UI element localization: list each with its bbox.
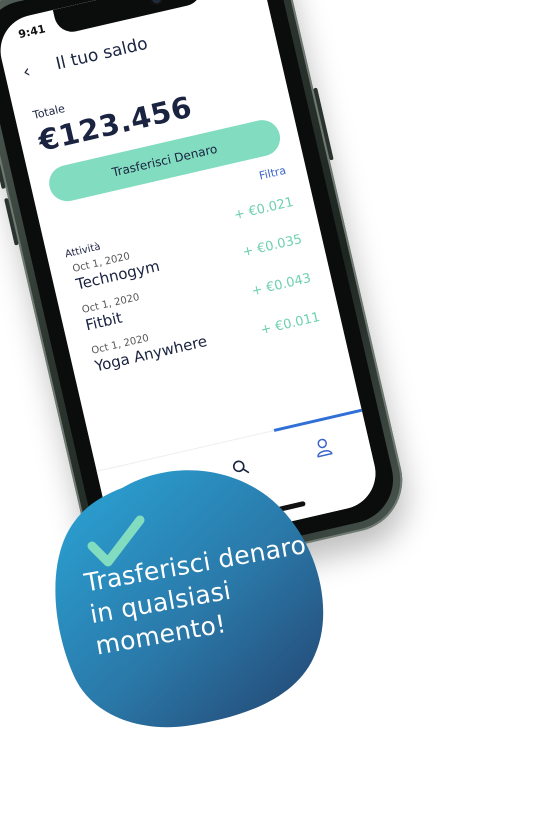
phone-bezel: 9:41 ‹ Il tuo saldo Totale €123.456 Tras…: [0, 0, 402, 581]
nav-bar: ‹ Il tuo saldo: [16, 7, 259, 85]
promo-line: momento!: [93, 609, 229, 661]
home-indicator[interactable]: [187, 500, 306, 533]
volume-down-button: [4, 197, 19, 246]
back-arrow-icon[interactable]: ‹: [21, 61, 33, 83]
tab-active-indicator: [274, 408, 363, 432]
phone-mockup: 9:41 ‹ Il tuo saldo Totale €123.456 Tras…: [0, 0, 413, 592]
tab-bar: [96, 408, 383, 562]
filter-link[interactable]: Filtra: [258, 164, 287, 183]
search-icon[interactable]: [231, 458, 250, 477]
profile-icon[interactable]: [313, 437, 333, 458]
status-time: 9:41: [17, 22, 47, 42]
camera-icon: [151, 0, 162, 5]
app-screen: 9:41 ‹ Il tuo saldo Totale €123.456 Tras…: [0, 0, 383, 562]
transaction-amount: + €0.021: [232, 194, 295, 224]
page-title: Il tuo saldo: [53, 33, 150, 75]
